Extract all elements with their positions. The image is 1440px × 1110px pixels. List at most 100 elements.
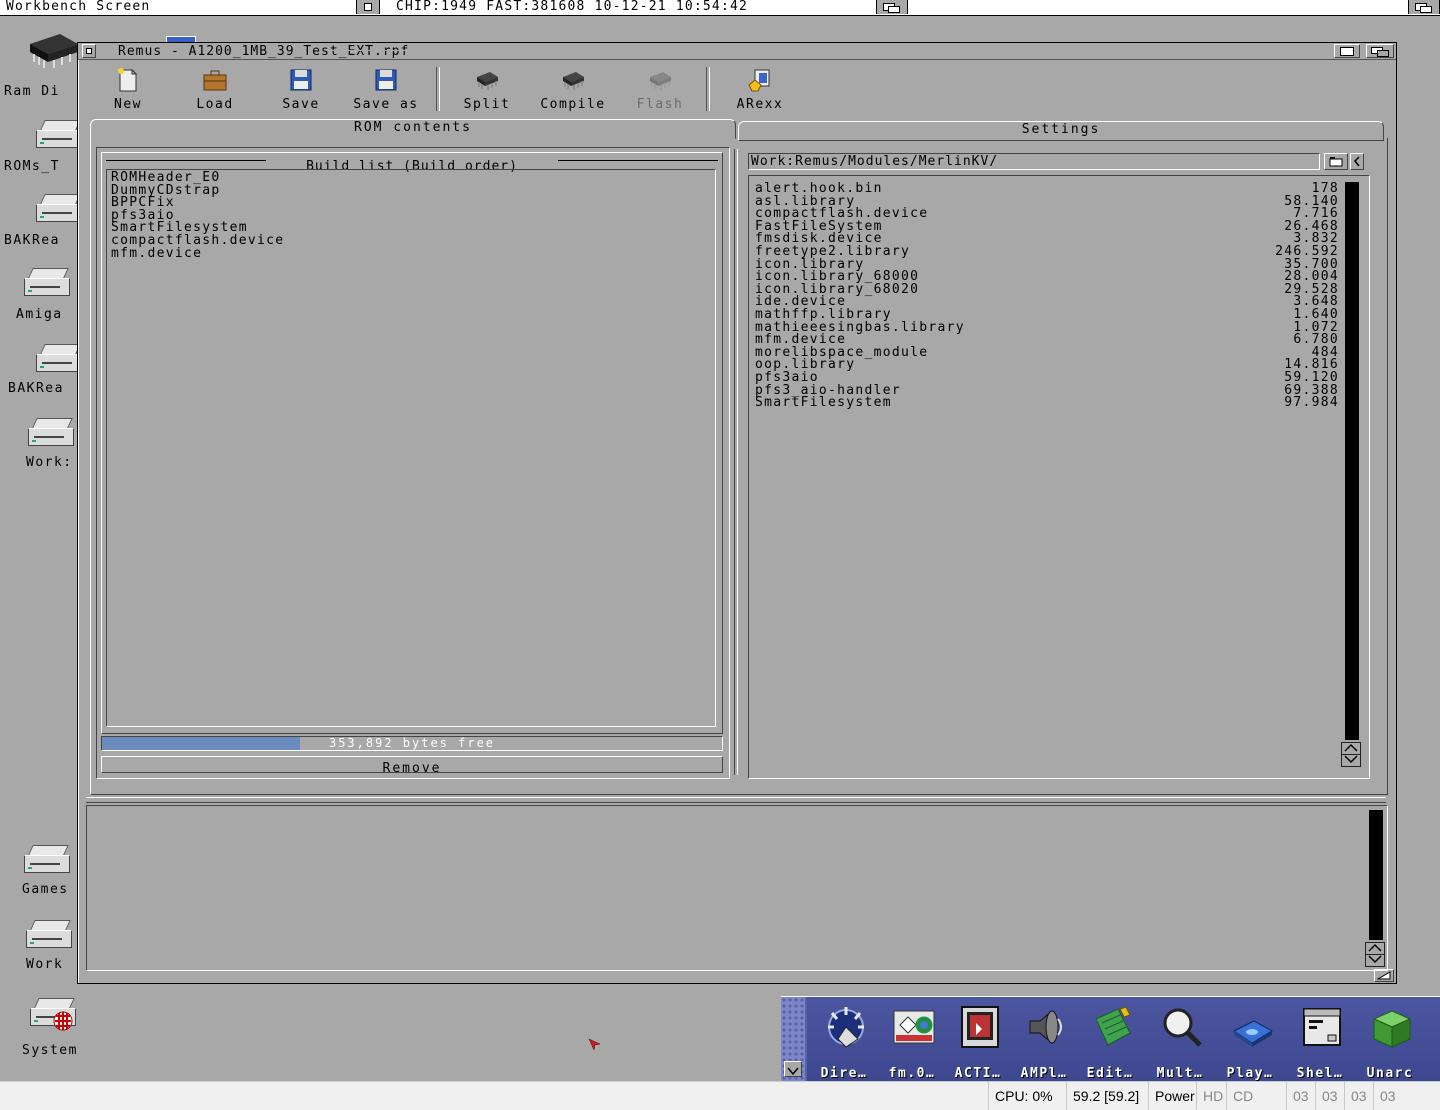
notepad-pencil-icon — [1095, 1006, 1131, 1046]
remus-window[interactable]: Remus - A1200_1MB_39_Test_EXT.rpf New Lo… — [77, 42, 1397, 984]
fm-icon — [893, 1010, 935, 1044]
path-parent-button[interactable] — [1350, 153, 1364, 170]
desktop-icon-label: Amiga — [16, 307, 63, 322]
dock-item-shell[interactable]: Shel… — [1287, 1003, 1353, 1081]
module-size: 97.984 — [1284, 395, 1339, 411]
free-space-gauge: 353,892 bytes free — [101, 736, 723, 751]
dock-item-label: Shel… — [1296, 1066, 1344, 1081]
module-group: Work:Remus/Modules/MerlinKV/ alert.hook.… — [746, 151, 1374, 781]
build-list-item[interactable]: DummyCDstrap — [111, 184, 701, 198]
split-bar[interactable] — [86, 797, 1386, 803]
desktop-icon-amiga[interactable]: Amiga — [16, 268, 86, 323]
window-title-bar[interactable]: Remus - A1200_1MB_39_Test_EXT.rpf — [78, 43, 1396, 60]
toolbar-label: Split — [463, 97, 511, 112]
build-list-item[interactable]: BPPCFix — [111, 196, 701, 210]
module-list-item[interactable]: oop.library 14.816 — [755, 358, 1339, 372]
emulator-status-bar: CPU: 0% 59.2 [59.2] Power HD CD 03 03 03… — [0, 1081, 1440, 1110]
dock-item-activity[interactable]: ACTI… — [945, 1003, 1011, 1081]
log-output-area[interactable] — [86, 805, 1388, 971]
compile-button[interactable]: Compile — [530, 63, 616, 113]
header-rule-left — [106, 160, 266, 161]
desktop-icon-roms[interactable]: ROMs_T — [4, 120, 82, 175]
drive-icon — [36, 120, 82, 148]
toolbar-label: Load — [196, 97, 234, 112]
dock-item-player[interactable]: Play… — [1217, 1003, 1283, 1081]
zoom-gadget[interactable] — [1334, 44, 1360, 58]
build-list-group: Build list (Build order) ROMHeader_E0 Dum… — [96, 147, 730, 779]
chevron-down-icon — [1344, 755, 1358, 764]
drive-1-track[interactable]: 03 — [1315, 1082, 1344, 1110]
dock-item-editor[interactable]: Edit… — [1077, 1003, 1143, 1081]
desktop-icon-bakrea-1[interactable]: BAKRea — [4, 194, 82, 249]
drive-0-track[interactable]: 03 — [1286, 1082, 1315, 1110]
boing-ball-icon — [53, 1011, 73, 1031]
desktop-icon-ram-disk[interactable]: Ram Di — [4, 30, 78, 100]
window-size-gadget[interactable] — [1374, 969, 1394, 982]
new-button[interactable]: New — [98, 63, 158, 113]
module-list-item[interactable]: SmartFilesystem 97.984 — [755, 395, 1339, 411]
remove-button[interactable]: Remove — [101, 756, 723, 776]
desktop-icon-label: BAKRea — [8, 381, 64, 396]
new-file-icon — [118, 68, 138, 92]
dock-item-label: Mult… — [1156, 1066, 1204, 1081]
save-as-button[interactable]: Save as — [342, 63, 430, 113]
desktop-icon-label: Games — [22, 882, 69, 897]
path-drawer-button[interactable] — [1324, 153, 1348, 170]
module-list-frame: alert.hook.bin 178 asl.library 58.140 compac… — [748, 175, 1370, 779]
dock-item-label: ACTI… — [954, 1066, 1002, 1081]
toolbar-label: Save as — [353, 97, 419, 112]
depth-gadget[interactable] — [1366, 44, 1394, 58]
build-list-items: ROMHeader_E0 DummyCDstrap BPPCFix pfs3aio Sm… — [111, 171, 701, 261]
tab-rom-contents[interactable]: ROM contents — [90, 119, 736, 139]
dock-item-unarc[interactable]: Unarc — [1357, 1003, 1423, 1081]
log-scroll-down-button[interactable] — [1365, 954, 1385, 967]
module-path-field[interactable]: Work:Remus/Modules/MerlinKV/ — [748, 153, 1320, 170]
scroll-down-button[interactable] — [1341, 754, 1361, 767]
arexx-button[interactable]: ARexx — [728, 63, 792, 113]
screen-front-gadget[interactable] — [1408, 0, 1440, 14]
build-list-item[interactable]: mfm.device — [111, 247, 701, 261]
build-list-header[interactable]: Build list (Build order) — [102, 155, 722, 174]
cd-led: CD — [1226, 1082, 1259, 1110]
dock-item-label: Play… — [1226, 1066, 1274, 1081]
dock-item-amplifier[interactable]: AMPl… — [1011, 1003, 1077, 1081]
screen-back-gadget[interactable] — [876, 0, 908, 14]
flash-button[interactable]: Flash — [624, 63, 696, 113]
power-led: Power — [1148, 1082, 1201, 1110]
dock-item-fm[interactable]: fm.0… — [879, 1003, 945, 1081]
desktop-icon-label: Work: — [26, 455, 73, 470]
module-list[interactable]: alert.hook.bin 178 asl.library 58.140 compac… — [755, 182, 1339, 772]
free-space-text: 353,892 bytes free — [328, 736, 496, 750]
load-button[interactable]: Load — [182, 63, 248, 113]
drive-2-track[interactable]: 03 — [1344, 1082, 1373, 1110]
screen-depth-gadget[interactable] — [356, 0, 380, 14]
log-scrollbar[interactable] — [1369, 810, 1383, 940]
screen-title-bar[interactable]: Workbench Screen CHIP:1949 FAST:381608 1… — [0, 0, 1440, 16]
drawer-icon — [1329, 157, 1343, 167]
build-list[interactable]: ROMHeader_E0 DummyCDstrap BPPCFix pfs3aio Sm… — [106, 169, 716, 727]
drive-3-track[interactable]: 03 — [1373, 1082, 1402, 1110]
tab-label: ROM contents — [354, 120, 472, 135]
title-fill — [328, 50, 1328, 51]
close-gadget[interactable] — [82, 44, 96, 58]
dock-item-label: Dire… — [820, 1066, 868, 1081]
magnifier-icon — [1163, 1008, 1202, 1047]
dock-item-directory-opus[interactable]: Dire… — [811, 1003, 877, 1081]
module-list-items: alert.hook.bin 178 asl.library 58.140 compac… — [755, 182, 1339, 411]
module-list-scrollbar[interactable] — [1345, 182, 1359, 740]
toolbar-label: ARexx — [736, 97, 784, 112]
desktop-icon-system[interactable]: System — [22, 996, 92, 1061]
desktop-icon-label: Work — [26, 957, 64, 972]
chevron-down-icon — [787, 1067, 799, 1076]
dock-handle[interactable] — [781, 997, 805, 1081]
desktop-icon-label: ROMs_T — [4, 159, 60, 174]
dock-menu-button[interactable] — [784, 1061, 802, 1077]
drive-icon — [36, 194, 82, 222]
split-button[interactable]: Split — [452, 63, 522, 113]
disk-play-icon — [1233, 1020, 1273, 1047]
save-button[interactable]: Save — [270, 63, 332, 113]
desktop-icon-bakrea-2[interactable]: BAKRea — [8, 344, 82, 399]
dock-item-multiview[interactable]: Mult… — [1147, 1003, 1213, 1081]
pane-divider[interactable] — [734, 149, 738, 775]
toolbar-label: Flash — [636, 97, 684, 112]
